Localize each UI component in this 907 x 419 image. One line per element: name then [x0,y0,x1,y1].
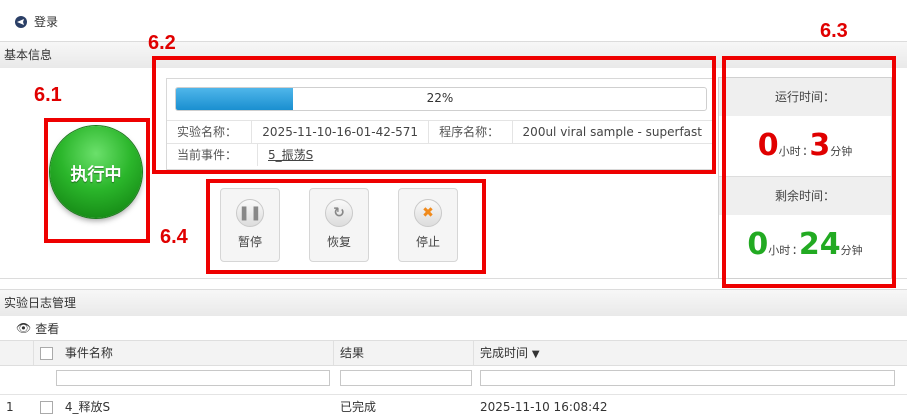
login-link[interactable]: 登录 [14,13,58,30]
row-event: 4_释放S [64,400,111,414]
row-event-cell: 4_释放S [34,395,334,419]
sort-desc-icon: ▼ [531,349,540,360]
annotation-box-6-2 [152,56,716,174]
event-filter-input[interactable] [56,370,330,386]
column-header-event[interactable]: 事件名称 [34,341,334,365]
top-bar [0,0,907,40]
login-label: 登录 [34,15,59,29]
filter-row [0,366,907,390]
column-header-result[interactable]: 结果 [334,341,474,365]
log-section-title: 实验日志管理 [4,296,77,310]
annotation-box-6-1 [44,118,150,243]
annotation-label-6-1: 6.1 [34,84,62,106]
annotation-label-6-2: 6.2 [148,32,176,54]
eye-icon: 👁 [16,321,32,335]
row-time: 2025-11-10 16:08:42 [480,400,608,414]
result-filter-input[interactable] [340,370,472,386]
row-result: 已完成 [340,400,377,414]
row-checkbox[interactable] [40,401,53,414]
basic-info-title: 基本信息 [4,48,53,62]
annotation-label-6-3: 6.3 [820,20,848,42]
view-label: 查看 [35,321,60,336]
annotation-box-6-3 [722,56,896,288]
table-row[interactable]: 1 4_释放S 已完成 2025-11-10 16:08:42 [0,394,907,419]
select-all-checkbox[interactable] [40,347,53,360]
column-header-time[interactable]: 完成时间 ▼ [474,341,907,365]
time-filter-input[interactable] [480,370,895,386]
view-button[interactable]: 👁 查看 [0,316,907,340]
login-icon [15,15,27,28]
table-header-row: 事件名称 结果 完成时间 ▼ [0,340,907,366]
annotation-label-6-4: 6.4 [160,226,188,248]
log-section-header: 实验日志管理 [0,289,907,317]
row-index: 1 [6,400,14,414]
annotation-box-6-4 [206,179,486,274]
